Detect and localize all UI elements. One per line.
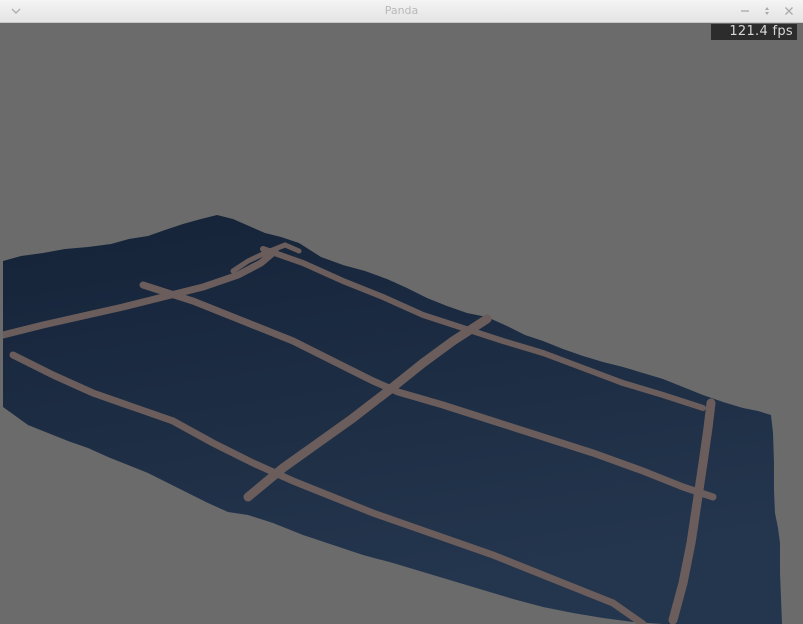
title-bar[interactable]: Panda — [0, 0, 803, 23]
terrain-mesh — [3, 215, 782, 624]
terrain-scene — [3, 215, 782, 624]
minimize-icon — [741, 10, 749, 12]
window-title: Panda — [384, 4, 419, 17]
3d-viewport[interactable]: 121.4 fps — [3, 23, 803, 624]
maximize-button[interactable] — [761, 5, 773, 17]
close-icon — [785, 7, 793, 15]
panda-window: Panda 121.4 fps — [0, 0, 803, 624]
maximize-icon — [765, 7, 769, 15]
minimize-button[interactable] — [739, 5, 751, 17]
close-button[interactable] — [783, 5, 795, 17]
fps-counter: 121.4 fps — [711, 24, 797, 40]
